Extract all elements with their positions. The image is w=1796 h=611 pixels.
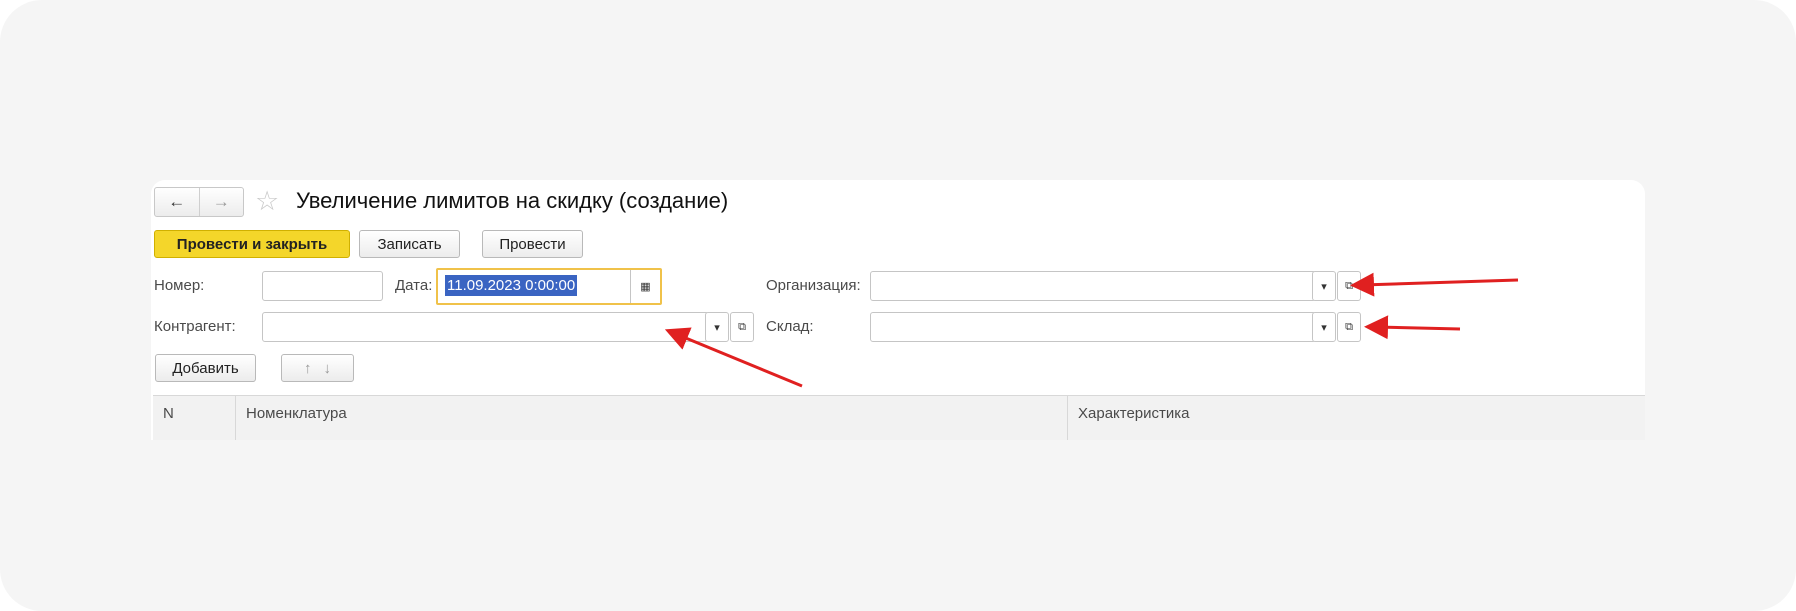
date-field[interactable]: 11.09.2023 0:00:00 ▦ xyxy=(436,268,662,305)
number-label: Номер: xyxy=(154,277,205,294)
date-label: Дата: xyxy=(395,277,433,294)
dropdown-icon: ▾ xyxy=(714,321,720,334)
navigation-group: ← → xyxy=(154,187,244,217)
open-icon: ⧉ xyxy=(738,320,746,333)
column-header-n[interactable]: N xyxy=(153,396,235,440)
counterparty-field[interactable] xyxy=(262,312,709,342)
open-icon: ⧉ xyxy=(1345,279,1353,292)
arrow-right-icon: → xyxy=(212,192,230,211)
warehouse-label: Склад: xyxy=(766,318,814,335)
organization-label: Организация: xyxy=(766,277,861,294)
add-row-button[interactable]: Добавить xyxy=(155,354,256,382)
organization-dropdown-button[interactable]: ▾ xyxy=(1312,271,1336,301)
calendar-button[interactable]: ▦ xyxy=(630,270,660,303)
warehouse-dropdown-button[interactable]: ▾ xyxy=(1312,312,1336,342)
number-field[interactable] xyxy=(262,271,383,301)
post-button[interactable]: Провести xyxy=(482,230,583,258)
counterparty-dropdown-button[interactable]: ▾ xyxy=(705,312,729,342)
open-icon: ⧉ xyxy=(1345,320,1353,333)
counterparty-open-button[interactable]: ⧉ xyxy=(730,312,754,342)
move-buttons-group: ↑ ↓ xyxy=(281,354,354,382)
move-down-icon[interactable]: ↓ xyxy=(324,360,332,377)
save-button[interactable]: Записать xyxy=(359,230,460,258)
document-window: ← → ☆ Увеличение лимитов на скидку (созд… xyxy=(151,180,1645,440)
dropdown-icon: ▾ xyxy=(1321,321,1327,334)
move-up-icon[interactable]: ↑ xyxy=(304,360,312,377)
date-value: 11.09.2023 0:00:00 xyxy=(445,275,578,296)
back-button[interactable]: ← xyxy=(155,188,199,216)
table-header: N Номенклатура Характеристика xyxy=(153,395,1645,440)
column-header-nomenclature[interactable]: Номенклатура xyxy=(235,396,1067,440)
column-header-characteristic[interactable]: Характеристика xyxy=(1067,396,1645,440)
arrow-left-icon: ← xyxy=(168,192,186,211)
post-and-close-button[interactable]: Провести и закрыть xyxy=(154,230,350,258)
counterparty-label: Контрагент: xyxy=(154,318,236,335)
forward-button[interactable]: → xyxy=(198,188,244,216)
organization-open-button[interactable]: ⧉ xyxy=(1337,271,1361,301)
dropdown-icon: ▾ xyxy=(1321,280,1327,293)
calendar-icon: ▦ xyxy=(640,281,651,293)
page-title: Увеличение лимитов на скидку (создание) xyxy=(296,188,729,213)
favorite-star-icon[interactable]: ☆ xyxy=(255,186,279,216)
warehouse-open-button[interactable]: ⧉ xyxy=(1337,312,1361,342)
organization-field[interactable] xyxy=(870,271,1316,301)
warehouse-field[interactable] xyxy=(870,312,1316,342)
